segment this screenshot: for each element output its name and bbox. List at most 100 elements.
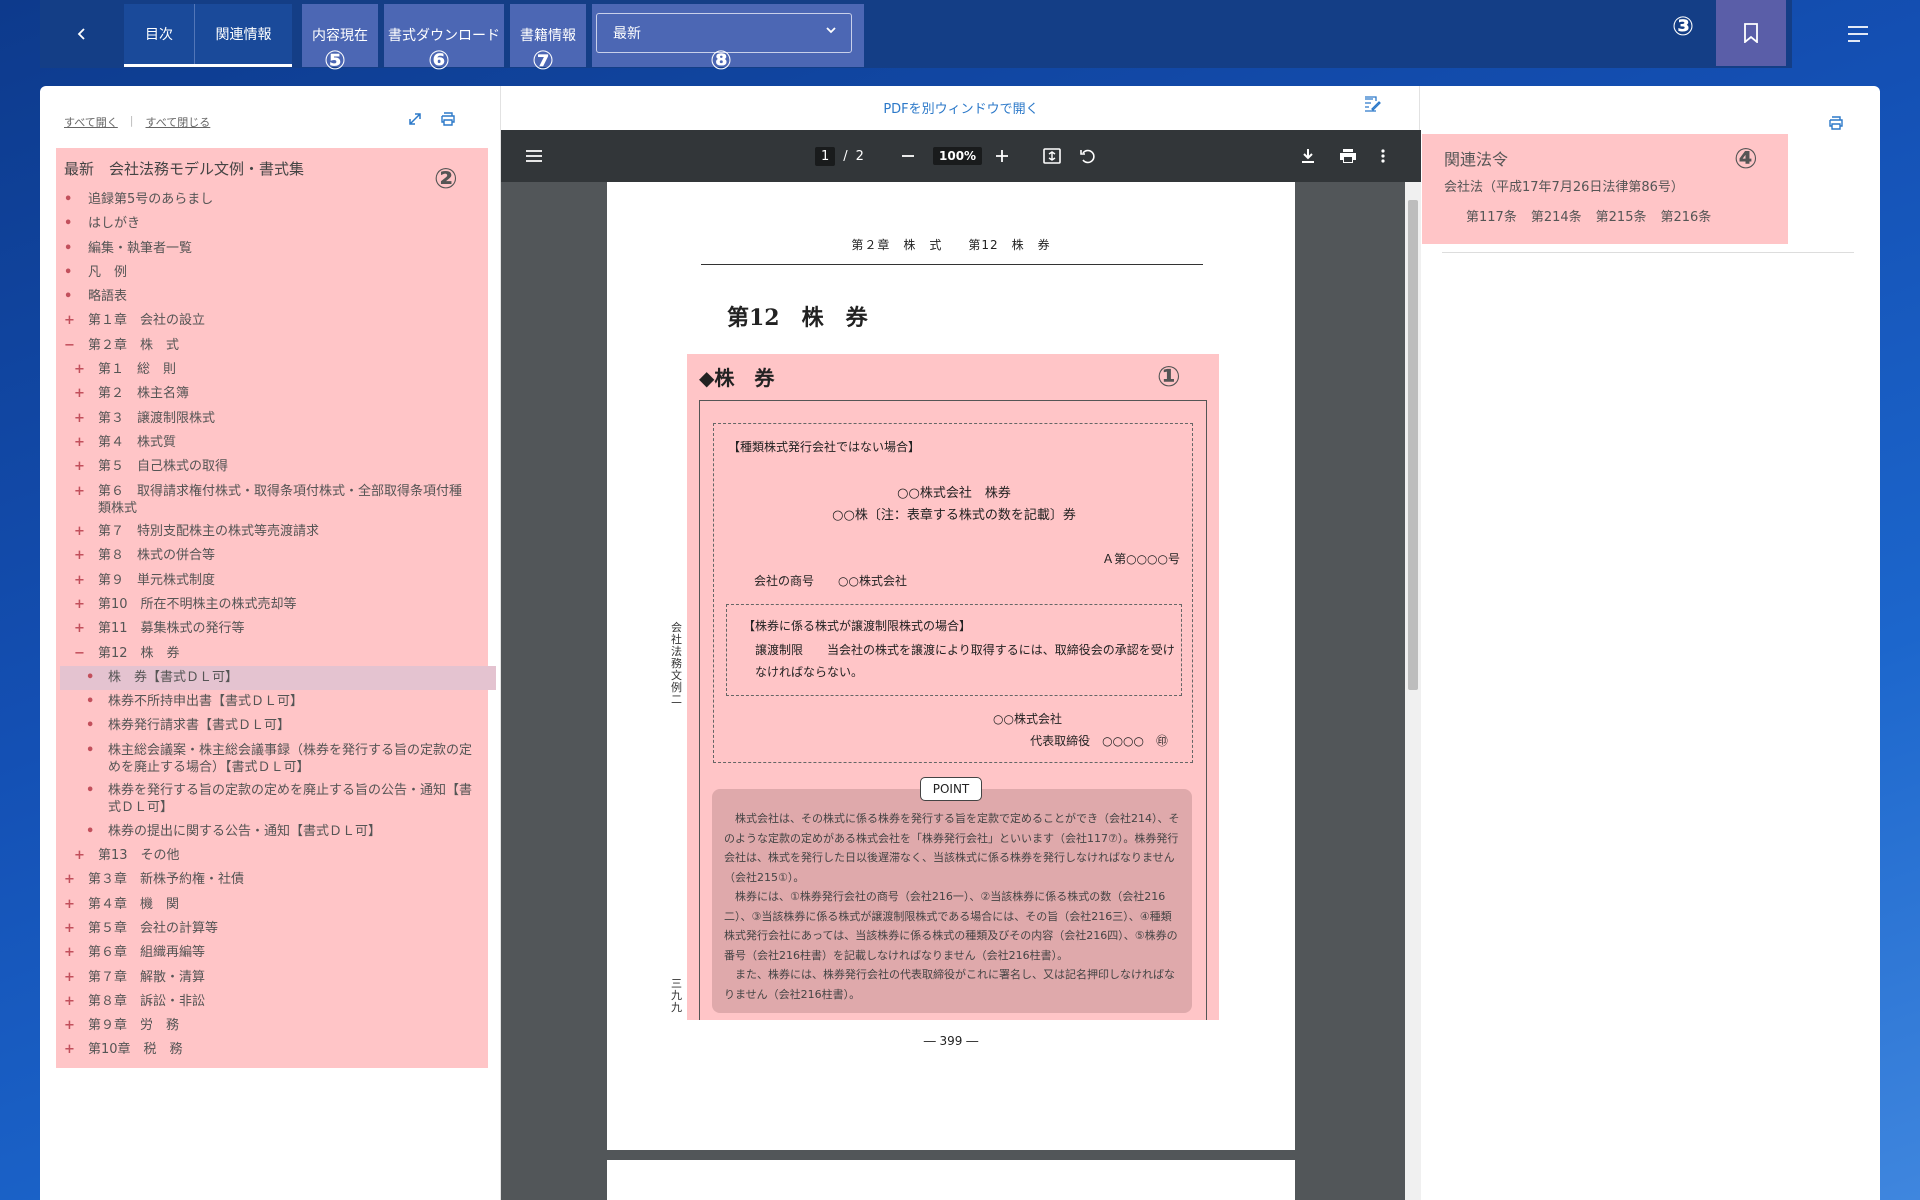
toc-item-label: 第４ 株式質 [98,434,177,450]
toc-section[interactable]: + 第７ 特別支配株主の株式等売渡請求 [56,520,488,544]
print-icon[interactable] [440,112,456,126]
zoom-input[interactable]: 100% [933,147,983,165]
expand-plus-icon[interactable]: + [74,483,85,500]
back-button[interactable] [40,4,124,64]
toc-item[interactable]: • 略語表 [56,285,488,309]
zoom-in-button[interactable] [995,130,1009,182]
related-laws-box: 関連法令 ④ 会社法（平成17年7月26日法律第86号） 第117条 第214条… [1422,134,1788,244]
sidebar-toggle-button[interactable] [525,130,543,182]
expand-plus-icon[interactable]: + [74,572,85,589]
expand-plus-icon[interactable]: + [64,1017,75,1034]
company-name-line: 会社の商号 ○○株式会社 [754,574,907,588]
collapse-minus-icon[interactable]: − [74,645,85,662]
expand-plus-icon[interactable]: + [74,547,85,564]
toc-document[interactable]: • 株券不所持申出書【書式ＤＬ可】 [56,690,488,714]
toc-chapter[interactable]: + 第８章 訴訟・非訟 [56,990,488,1014]
related-law-link[interactable]: 会社法（平成17年7月26日法律第86号） [1444,176,1684,195]
expand-plus-icon[interactable]: + [64,871,75,888]
toc-document-selected[interactable]: • 株 券【書式ＤＬ可】 [60,665,496,691]
related-info-panel: 関連法令 ④ 会社法（平成17年7月26日法律第86号） 第117条 第214条… [1420,86,1880,1200]
expand-icon[interactable] [408,112,422,126]
zoom-out-button[interactable] [901,130,915,182]
expand-plus-icon[interactable]: + [74,523,85,540]
point-badge: POINT [920,777,982,801]
article-link[interactable]: 第215条 [1596,206,1647,225]
toc-chapter[interactable]: + 第７章 解散・清算 [56,966,488,990]
toc-section[interactable]: + 第１ 総 則 [56,358,488,382]
expand-plus-icon[interactable]: + [64,896,75,913]
toc-section[interactable]: + 第４ 株式質 [56,431,488,455]
menu-button[interactable] [1842,18,1874,50]
article-link[interactable]: 第117条 [1466,206,1517,225]
tab-related-info[interactable]: 関連情報 [194,4,292,64]
tab-toc[interactable]: 目次 [124,4,194,64]
toc-item[interactable]: • 編集・執筆者一覧 [56,237,488,261]
expand-plus-icon[interactable]: + [74,847,85,864]
toc-chapter[interactable]: − 第２章 株 式 [56,334,488,358]
toc-section[interactable]: − 第12 株 券 [56,642,488,666]
toc-section[interactable]: + 第11 募集株式の発行等 [56,617,488,641]
expand-plus-icon[interactable]: + [64,920,75,937]
scrollbar-thumb[interactable] [1408,200,1418,690]
open-pdf-link[interactable]: PDFを別ウィンドウで開く [501,98,1421,117]
expand-plus-icon[interactable]: + [74,434,85,451]
toc-chapter[interactable]: + 第１章 会社の設立 [56,309,488,333]
toc-section[interactable]: + 第６ 取得請求権付株式・取得条項付株式・全部取得条項付種類株式 [56,480,488,521]
expand-plus-icon[interactable]: + [64,969,75,986]
print-icon[interactable] [1828,116,1844,130]
expand-plus-icon[interactable]: + [74,361,85,378]
expand-plus-icon[interactable]: + [64,944,75,961]
toc-item[interactable]: • 追録第5号のあらまし [56,188,488,212]
more-options-button[interactable] [1381,130,1385,182]
pdf-print-button[interactable] [1339,130,1357,182]
collapse-minus-icon[interactable]: − [64,337,75,354]
bookmark-button[interactable] [1716,0,1786,66]
toc-book-title[interactable]: 最新 会社法務モデル文例・書式集 [64,158,304,179]
expand-plus-icon[interactable]: + [74,458,85,475]
toc-section[interactable]: + 第２ 株主名簿 [56,382,488,406]
toc-chapter[interactable]: + 第10章 税 務 [56,1038,488,1062]
tab-content-date-label: 内容現在 [312,28,368,44]
fit-page-button[interactable] [1043,130,1061,182]
expand-all-link[interactable]: すべて開く [64,114,118,130]
collapse-all-link[interactable]: すべて閉じる [146,114,211,130]
expand-plus-icon[interactable]: + [64,1041,75,1058]
toc-document[interactable]: • 株主総会議案・株主総会議事録（株券を発行する旨の定款の定めを廃止する場合）【書… [56,739,488,780]
toc-section[interactable]: + 第９ 単元株式制度 [56,569,488,593]
edit-note-icon[interactable] [1363,96,1381,112]
toc-chapter[interactable]: + 第３章 新株予約権・社債 [56,868,488,892]
related-laws-title: 関連法令 [1444,150,1509,169]
toc-section[interactable]: + 第13 その他 [56,844,488,868]
page-number-input[interactable]: 1 [815,146,836,166]
toc-item-label: はしがき [88,216,141,232]
pdf-canvas[interactable]: 第２章 株 式 第12 株 券 第12 株 券 ◆株 券 ① 【種類株式発行会社… [501,182,1421,1200]
toc-chapter[interactable]: + 第４章 機 関 [56,893,488,917]
toc-section[interactable]: + 第５ 自己株式の取得 [56,455,488,479]
expand-plus-icon[interactable]: + [64,312,75,329]
toc-document[interactable]: • 株券を発行する旨の定款の定めを廃止する旨の公告・通知【書式ＤＬ可】 [56,779,488,820]
article-link[interactable]: 第214条 [1531,206,1582,225]
toc-item-label: 編集・執筆者一覧 [88,240,193,256]
article-link[interactable]: 第216条 [1660,206,1711,225]
expand-plus-icon[interactable]: + [74,385,85,402]
toc-section[interactable]: + 第10 所在不明株主の株式売却等 [56,593,488,617]
tab-book-info-label: 書籍情報 [520,28,576,44]
expand-plus-icon[interactable]: + [74,596,85,613]
bullet-icon: • [86,669,95,685]
pdf-scrollbar[interactable] [1405,182,1421,1200]
rotate-button[interactable] [1079,130,1097,182]
expand-plus-icon[interactable]: + [74,410,85,427]
toc-chapter[interactable]: + 第５章 会社の計算等 [56,917,488,941]
toc-chapter[interactable]: + 第６章 組織再編等 [56,941,488,965]
toc-section[interactable]: + 第３ 譲渡制限株式 [56,407,488,431]
toc-item[interactable]: • はしがき [56,212,488,236]
expand-plus-icon[interactable]: + [64,993,75,1010]
expand-plus-icon[interactable]: + [74,620,85,637]
toc-item[interactable]: • 凡 例 [56,261,488,285]
download-button[interactable] [1301,130,1315,182]
plus-icon [996,150,1008,162]
toc-document[interactable]: • 株券発行請求書【書式ＤＬ可】 [56,714,488,738]
toc-chapter[interactable]: + 第９章 労 務 [56,1014,488,1038]
toc-section[interactable]: + 第８ 株式の併合等 [56,544,488,568]
toc-document[interactable]: • 株券の提出に関する公告・通知【書式ＤＬ可】 [56,820,488,844]
